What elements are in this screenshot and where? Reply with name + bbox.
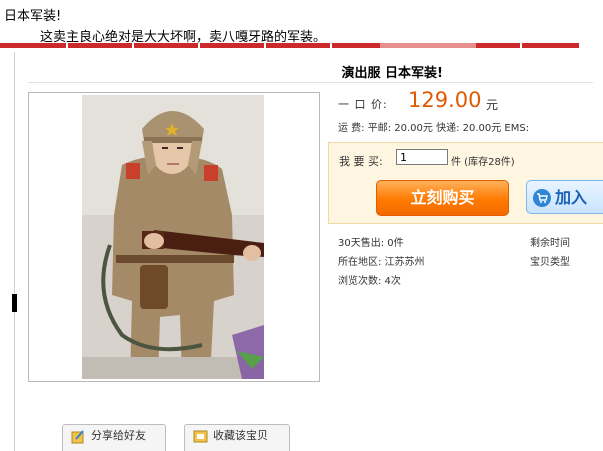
cart-icon xyxy=(533,189,551,207)
nav-strip xyxy=(0,43,579,48)
shipping-info: 运 费: 平邮: 20.00元 快递: 20.00元 EMS: xyxy=(338,123,530,134)
product-photo[interactable] xyxy=(82,95,264,379)
share-label: 分享给好友 xyxy=(91,429,146,442)
sold-count: 30天售出: 0件 xyxy=(338,238,404,249)
post-title: 日本军装! xyxy=(4,9,62,24)
product-photo-image xyxy=(82,95,264,379)
scroll-marker[interactable] xyxy=(12,294,17,312)
share-button[interactable]: 分享给好友 xyxy=(62,424,166,451)
quantity-label: 我 要 买: xyxy=(339,155,383,168)
purchase-box: 我 要 买: 件 (库存28件) 立刻购买 加入 xyxy=(328,142,603,224)
share-icon xyxy=(71,430,84,444)
product-image-frame[interactable] xyxy=(28,92,320,382)
favorite-label: 收藏该宝贝 xyxy=(213,429,268,442)
add-to-cart-label: 加入 xyxy=(555,188,588,207)
stock-text: 件 (库存28件) xyxy=(451,157,515,168)
location: 所在地区: 江苏苏州 xyxy=(338,257,425,268)
price-label: 一 口 价: xyxy=(338,98,388,111)
remaining-time-label: 剩余时间 xyxy=(530,238,570,249)
add-to-cart-button[interactable]: 加入 xyxy=(526,180,603,214)
item-type-label: 宝贝类型 xyxy=(530,257,570,268)
product-header: 演出服 日本军装! xyxy=(28,62,593,83)
price-unit: 元 xyxy=(486,98,499,112)
product-page: 演出服 日本军装! 一 口 价: 129.00 元 运 费: 平邮: 20.00… xyxy=(12,52,603,451)
quantity-input[interactable] xyxy=(396,149,448,165)
favorite-button[interactable]: 收藏该宝贝 xyxy=(184,424,290,451)
favorite-icon xyxy=(193,430,208,443)
product-name: 演出服 日本军装! xyxy=(341,66,443,81)
buy-now-button[interactable]: 立刻购买 xyxy=(376,180,509,216)
view-count: 浏览次数: 4次 xyxy=(338,276,401,287)
page-border xyxy=(14,52,15,451)
price-value: 129.00 xyxy=(408,88,482,112)
